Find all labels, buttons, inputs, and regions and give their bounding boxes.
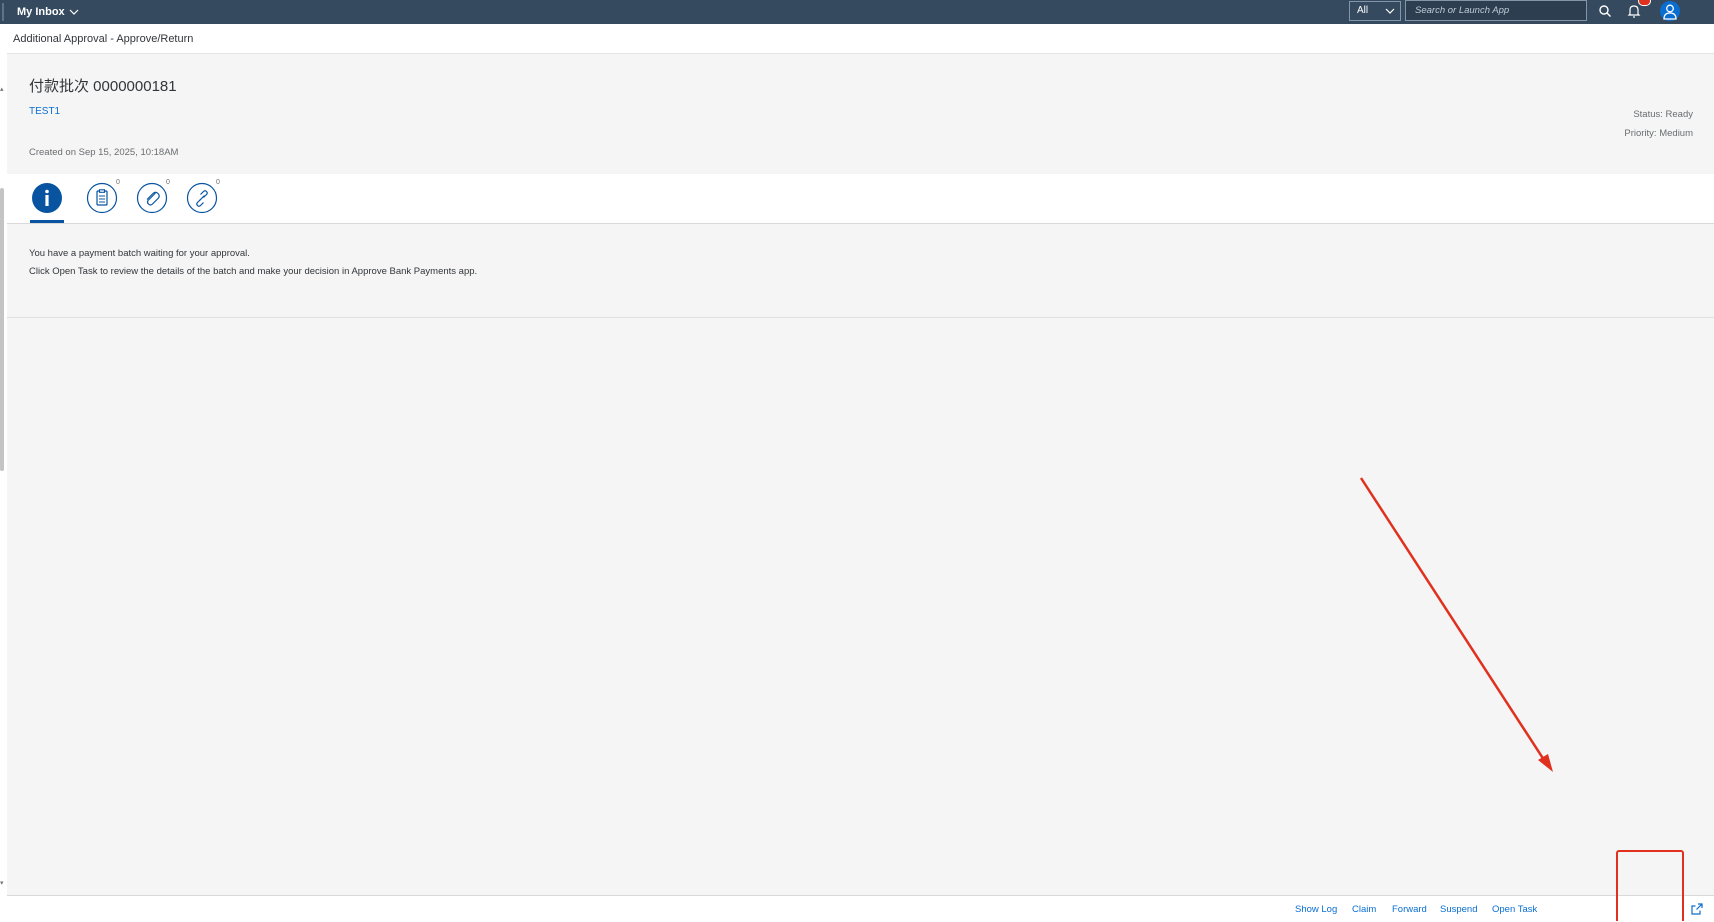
links-count: 0 [216,179,220,186]
user-avatar-icon[interactable] [1659,0,1681,22]
search-scope-value: All [1357,5,1369,16]
info-icon [32,183,62,213]
scroll-down-icon[interactable]: ▾ [0,880,4,888]
search-scope-select[interactable]: All [1349,1,1401,21]
shell-left-divider [2,3,4,21]
shell-bar: My Inbox All Search or Launch App [0,0,1714,24]
open-task-button[interactable]: Open Task [1492,904,1537,915]
description-line-2: Click Open Task to review the details of… [29,266,478,277]
footer-toolbar: Show Log Claim Forward Suspend Open Task [7,895,1714,922]
icon-tab-bar: 0 0 0 [7,174,1714,224]
status-text: Status: Ready [1633,109,1693,120]
link-icon [186,182,218,214]
forward-button[interactable]: Forward [1392,904,1427,915]
search-icon[interactable] [1596,2,1614,20]
attachments-count: 0 [166,179,170,186]
left-scrollbar[interactable] [0,188,4,471]
tab-notes[interactable]: 0 [86,179,120,214]
selected-tab-indicator [30,220,64,223]
attachment-icon [136,182,168,214]
tab-attachments[interactable]: 0 [136,179,170,214]
content-empty-area [7,318,1714,895]
claim-button[interactable]: Claim [1352,904,1376,915]
created-by-link[interactable]: TEST1 [29,106,60,117]
notes-icon [86,182,118,214]
tab-related-objects[interactable]: 0 [186,179,220,214]
search-placeholder: Search or Launch App [1415,5,1510,16]
tab-information[interactable] [31,182,63,214]
priority-text: Priority: Medium [1624,128,1693,139]
task-type-title: Additional Approval - Approve/Return [13,33,194,45]
show-log-button[interactable]: Show Log [1295,904,1337,915]
app-title-menu[interactable]: My Inbox [17,0,79,24]
object-header: 付款批次 0000000181 TEST1 Created on Sep 15,… [7,54,1714,174]
notification-badge [1638,0,1651,6]
open-in-new-window-icon[interactable] [1690,902,1704,916]
task-description-panel: You have a payment batch waiting for you… [7,224,1714,318]
suspend-button[interactable]: Suspend [1440,904,1478,915]
scroll-up-icon[interactable]: ▴ [0,86,4,94]
task-subheader: Additional Approval - Approve/Return [7,24,1714,54]
notes-count: 0 [116,179,120,186]
page-title: 付款批次 0000000181 [29,78,177,95]
search-input[interactable]: Search or Launch App [1405,0,1587,21]
chevron-down-icon [1385,8,1395,14]
app-title: My Inbox [17,6,65,18]
chevron-down-icon [69,9,79,15]
created-date: Created on Sep 15, 2025, 10:18AM [29,147,179,158]
description-line-1: You have a payment batch waiting for you… [29,248,250,259]
